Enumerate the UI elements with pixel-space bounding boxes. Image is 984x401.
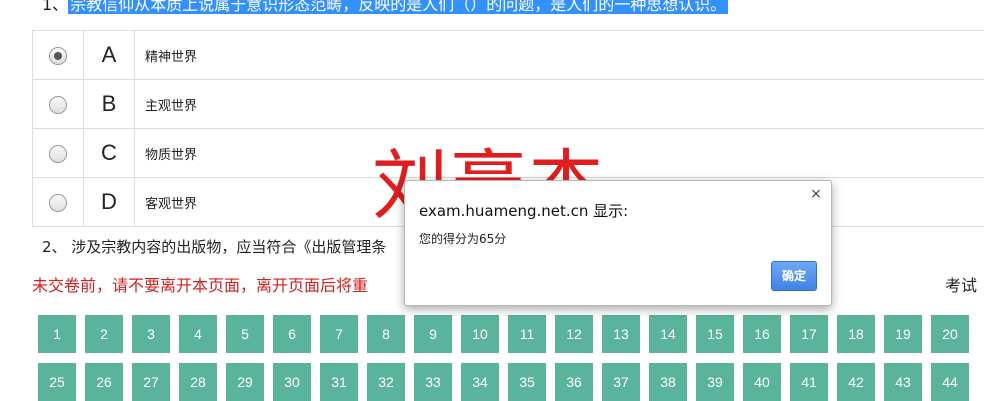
question-nav-button[interactable]: 16 xyxy=(743,315,781,353)
question-nav-button[interactable]: 41 xyxy=(790,363,828,401)
option-radio[interactable] xyxy=(49,95,67,114)
question-nav-button[interactable]: 29 xyxy=(226,363,264,401)
option-letter: A xyxy=(83,30,135,80)
question-nav-button[interactable]: 14 xyxy=(649,315,687,353)
question-nav-button[interactable]: 2 xyxy=(85,315,123,353)
question-1-text: 宗教信仰从本质上说属于意识形态范畴，反映的是人们（）的问题，是人们的一种思想认识… xyxy=(68,0,729,14)
option-row[interactable]: A 精神世界 xyxy=(32,30,984,80)
question-nav-button[interactable]: 5 xyxy=(226,315,264,353)
option-radio-cell xyxy=(32,177,84,227)
option-radio[interactable] xyxy=(49,46,67,65)
warning-text: 未交卷前，请不要离开本页面，离开页面后将重 xyxy=(32,276,369,295)
option-radio[interactable] xyxy=(49,193,67,212)
option-row[interactable]: B 主观世界 xyxy=(32,79,984,129)
question-nav-button[interactable]: 7 xyxy=(320,315,358,353)
question-nav-button[interactable]: 26 xyxy=(85,363,123,401)
question-nav-button[interactable]: 18 xyxy=(837,315,875,353)
question-nav-button[interactable]: 31 xyxy=(320,363,358,401)
question-1-number: 1、 xyxy=(42,0,69,14)
option-radio-cell xyxy=(32,30,84,80)
option-radio-cell xyxy=(32,128,84,178)
question-nav-button[interactable]: 43 xyxy=(884,363,922,401)
alert-dialog: exam.huameng.net.cn 显示: × 您的得分为65分 确定 xyxy=(404,180,832,306)
question-nav-button[interactable]: 27 xyxy=(132,363,170,401)
question-nav-button[interactable]: 12 xyxy=(555,315,593,353)
option-letter: C xyxy=(83,128,135,178)
dialog-title: exam.huameng.net.cn 显示: xyxy=(419,202,629,220)
question-nav-button[interactable]: 3 xyxy=(132,315,170,353)
ok-button[interactable]: 确定 xyxy=(771,261,817,291)
question-nav-button[interactable]: 25 xyxy=(38,363,76,401)
option-letter: D xyxy=(83,177,135,227)
question-nav-grid: 1 2 3 4 5 6 7 8 9 10 11 12 13 14 15 16 17 18 19 20 25 26 27 28… xyxy=(38,315,984,401)
question-nav-button[interactable]: 10 xyxy=(461,315,499,353)
question-nav-button[interactable]: 37 xyxy=(602,363,640,401)
question-nav-button[interactable]: 44 xyxy=(931,363,969,401)
option-text: 精神世界 xyxy=(134,30,984,80)
question-nav-button[interactable]: 13 xyxy=(602,315,640,353)
question-nav-button[interactable]: 17 xyxy=(790,315,828,353)
question-nav-button[interactable]: 30 xyxy=(273,363,311,401)
question-2-title: 2、 涉及宗教内容的出版物，应当符合《出版管理条 xyxy=(42,238,387,256)
question-nav-button[interactable]: 28 xyxy=(179,363,217,401)
option-text: 主观世界 xyxy=(134,79,984,129)
close-icon[interactable]: × xyxy=(809,187,823,201)
dialog-message: 您的得分为65分 xyxy=(419,232,507,246)
question-nav-button[interactable]: 40 xyxy=(743,363,781,401)
question-nav-button[interactable]: 35 xyxy=(508,363,546,401)
question-nav-button[interactable]: 9 xyxy=(414,315,452,353)
option-letter: B xyxy=(83,79,135,129)
question-nav-button[interactable]: 34 xyxy=(461,363,499,401)
question-nav-button[interactable]: 38 xyxy=(649,363,687,401)
question-nav-button[interactable]: 42 xyxy=(837,363,875,401)
question-nav-button[interactable]: 6 xyxy=(273,315,311,353)
question-nav-button[interactable]: 32 xyxy=(367,363,405,401)
question-nav-button[interactable]: 4 xyxy=(179,315,217,353)
question-nav-button[interactable]: 1 xyxy=(38,315,76,353)
question-nav-button[interactable]: 39 xyxy=(696,363,734,401)
question-nav-button[interactable]: 19 xyxy=(884,315,922,353)
question-nav-button[interactable]: 15 xyxy=(696,315,734,353)
question-nav-button[interactable]: 33 xyxy=(414,363,452,401)
option-radio-cell xyxy=(32,79,84,129)
option-radio[interactable] xyxy=(49,144,67,163)
question-nav-button[interactable]: 20 xyxy=(931,315,969,353)
exam-info-text: 考试 xyxy=(945,276,978,295)
question-1-title: 1、 宗教信仰从本质上说属于意识形态范畴，反映的是人们（）的问题，是人们的一种思想… xyxy=(42,0,729,18)
question-nav-button[interactable]: 36 xyxy=(555,363,593,401)
question-nav-button[interactable]: 11 xyxy=(508,315,546,353)
question-nav-button[interactable]: 8 xyxy=(367,315,405,353)
